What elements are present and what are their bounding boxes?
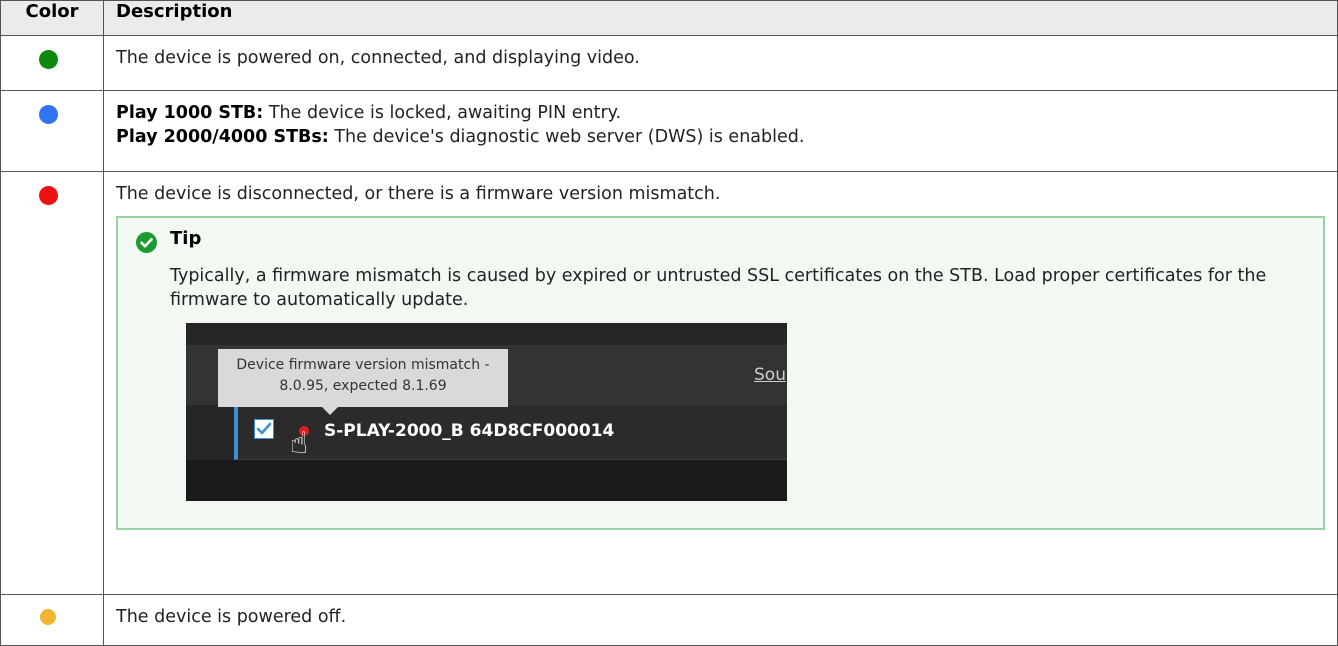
description-cell: The device is powered off. [103,594,1338,646]
table-header-row: Color Description [0,0,1338,36]
sort-link: Sou [754,365,786,385]
table-row: Play 1000 STB: The device is locked, awa… [0,90,1338,172]
description-line: Play 2000/4000 STBs: The device's diagno… [116,125,1325,149]
device-name: S-PLAY-2000_B 64D8CF000014 [324,421,615,441]
green-status-dot [39,50,58,69]
screenshot-footer [186,460,787,501]
header-color: Color [0,0,104,36]
table-row: The device is powered on, connected, and… [0,35,1338,91]
blue-status-dot [39,105,58,124]
model-label: Play 2000/4000 STBs: [116,127,329,147]
color-cell [0,35,104,91]
description-cell: Play 1000 STB: The device is locked, awa… [103,90,1338,172]
table-row: The device is powered off. [0,594,1338,646]
description-cell: The device is powered on, connected, and… [103,35,1338,91]
model-label: Play 1000 STB: [116,103,264,123]
red-status-dot [39,186,58,205]
header-description: Description [103,0,1338,36]
tip-title: Tip [170,228,202,249]
tooltip-line: 8.0.95, expected 8.1.69 [279,378,447,394]
description-text: The device is disconnected, or there is … [116,184,721,204]
description-line: Play 1000 STB: The device is locked, awa… [116,101,1325,125]
pointer-hand-icon: ☝ [290,426,309,461]
description-text: The device is locked, awaiting PIN entry… [263,103,622,123]
check-circle-icon [136,232,157,253]
status-color-table: Color Description The device is powered … [0,0,1338,646]
description-cell: The device is disconnected, or there is … [103,171,1338,595]
tip-box: Tip Typically, a firmware mismatch is ca… [116,216,1325,530]
tip-text: Typically, a firmware mismatch is caused… [170,266,1267,310]
color-cell [0,171,104,595]
yellow-status-dot [40,609,56,625]
firmware-tooltip: Device firmware version mismatch - 8.0.9… [218,349,508,415]
description-text: The device's diagnostic web server (DWS)… [328,127,805,147]
table-row: The device is disconnected, or there is … [0,171,1338,595]
tooltip-line: Device firmware version mismatch - [236,357,490,373]
color-cell [0,90,104,172]
embedded-screenshot: Sou Device firmware version mismatch - 8… [186,323,787,501]
color-cell [0,594,104,646]
checkbox-icon [254,419,274,439]
